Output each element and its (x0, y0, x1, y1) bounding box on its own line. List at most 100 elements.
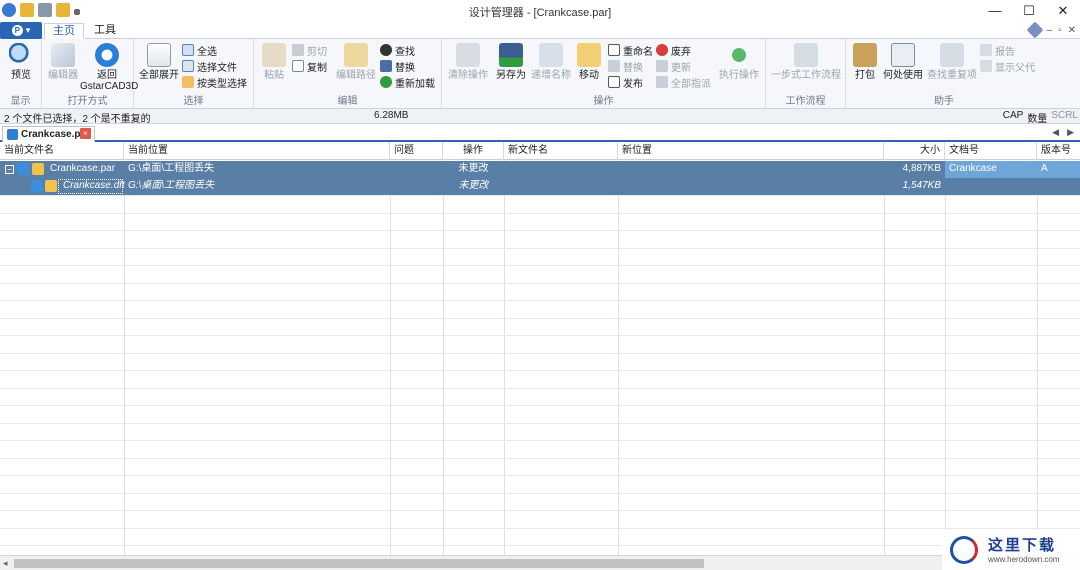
column-document-number[interactable]: 文档号 (945, 142, 1037, 160)
cell-location: G:\桌面\工程图丢失 (128, 180, 215, 191)
increment-name-button[interactable]: 递增名称 (528, 43, 574, 81)
column-new-filename[interactable]: 新文件名 (504, 142, 618, 160)
execute-actions-button[interactable]: 执行操作 (716, 43, 762, 81)
package-icon (853, 43, 877, 67)
minimize-button[interactable]: — (978, 0, 1012, 22)
group-helper: 打包 何处使用 查找重复项 报告 显示父代 助手 (846, 39, 1042, 109)
save-as-button[interactable]: 另存为 (494, 43, 528, 81)
watermark-name: 这里下载 (988, 536, 1057, 554)
cell-revision[interactable]: A (1037, 161, 1080, 178)
select-file-button[interactable]: 选择文件 (182, 59, 237, 74)
preview-button[interactable]: 预览 (6, 43, 36, 81)
grid-row-line (0, 423, 1080, 424)
close-button[interactable]: ✕ (1046, 0, 1080, 22)
discard-button[interactable]: 废弃 (656, 43, 691, 58)
help-icon[interactable] (1026, 21, 1043, 39)
cell-issue (390, 178, 443, 195)
clear-actions-button[interactable]: 清除操作 (446, 43, 490, 81)
grid-row-line (0, 440, 1080, 441)
replace-action-button[interactable]: 替换 (608, 59, 643, 74)
column-action[interactable]: 操作 (443, 142, 504, 160)
assign-all-icon (656, 76, 668, 88)
cell-revision[interactable] (1037, 178, 1080, 195)
show-parent-button[interactable]: 显示父代 (980, 59, 1035, 74)
publish-icon (608, 76, 620, 88)
find-duplicates-button[interactable]: 查找重复项 (926, 43, 978, 81)
tab-tools[interactable]: 工具 (86, 23, 124, 39)
expand-all-button[interactable]: 全部展开 (138, 43, 180, 81)
select-all-button[interactable]: 全选 (182, 43, 217, 58)
where-used-icon (891, 43, 915, 67)
move-folder-icon (577, 43, 601, 67)
grid-header: 当前文件名 当前位置 问题 操作 新文件名 新位置 大小 文档号 版本号 (0, 142, 1080, 160)
column-revision[interactable]: 版本号 (1037, 142, 1080, 160)
group-caption-edit: 编辑 (337, 96, 358, 107)
application-menu-button[interactable]: P ▾ (0, 22, 42, 39)
column-size[interactable]: 大小 (884, 142, 945, 160)
grid-column-divider (443, 160, 444, 555)
cell-new-filename[interactable] (504, 161, 618, 178)
select-file-icon (182, 60, 194, 72)
part-file-icon (7, 129, 18, 140)
paste-button[interactable]: 粘贴 (258, 43, 290, 81)
cell-document-number[interactable]: Crankcase (945, 161, 1037, 178)
report-button[interactable]: 报告 (980, 43, 1015, 58)
cell-new-location[interactable] (618, 161, 884, 178)
maximize-button[interactable]: ☐ (1012, 0, 1046, 22)
cell-document-number[interactable] (945, 178, 1037, 195)
table-row[interactable]: Crankcase.dft G:\桌面\工程图丢失 未更改 1,547KB (0, 178, 1080, 195)
scroll-tabs-right-icon[interactable]: ▶ (1067, 127, 1074, 138)
grid-row-line (0, 318, 1080, 319)
copy-button[interactable]: 复制 (292, 59, 327, 74)
cut-button[interactable]: 剪切 (292, 43, 327, 58)
grid-row-line (0, 370, 1080, 371)
where-used-button[interactable]: 何处使用 (882, 43, 924, 81)
grid-row-line (0, 545, 1080, 546)
one-step-workflow-button[interactable]: 一步式工作流程 (768, 43, 844, 81)
column-current-location[interactable]: 当前位置 (124, 142, 390, 160)
horizontal-scrollbar[interactable]: ◂ (0, 555, 1080, 570)
drawing-link-icon (31, 180, 43, 192)
cell-action[interactable]: 未更改 (443, 178, 504, 195)
grid-row-line (0, 265, 1080, 266)
grid-column-divider (1037, 160, 1038, 555)
cell-new-filename[interactable] (504, 178, 618, 195)
column-new-location[interactable]: 新位置 (618, 142, 884, 160)
reload-button[interactable]: 重新加载 (380, 75, 435, 90)
cell-filename: Crankcase.par (50, 163, 116, 174)
publish-button[interactable]: 发布 (608, 75, 643, 90)
pack-button[interactable]: 打包 (850, 43, 880, 81)
rename-button[interactable]: 重命名 (608, 43, 653, 58)
collapse-toggle[interactable]: − (5, 165, 14, 174)
find-button[interactable]: 查找 (380, 43, 415, 58)
cell-new-location[interactable] (618, 178, 884, 195)
column-issue[interactable]: 问题 (390, 142, 443, 160)
move-button[interactable]: 移动 (574, 43, 604, 81)
part-file-icon (32, 163, 44, 175)
grid-column-divider (390, 160, 391, 555)
gstarcad-icon (95, 43, 119, 67)
close-document-button[interactable]: × (80, 128, 91, 139)
cell-action[interactable]: 未更改 (443, 161, 504, 178)
table-row[interactable]: − Crankcase.par G:\桌面\工程图丢失 未更改 4,887KB … (0, 161, 1080, 178)
return-gstarcad-button[interactable]: 返回 GstarCAD3D (80, 43, 138, 92)
scroll-tabs-left-icon[interactable]: ◀ (1052, 127, 1059, 138)
tab-home[interactable]: 主页 (44, 23, 84, 39)
watermark-url: www.herodown.com (988, 555, 1060, 564)
replace-button[interactable]: 替换 (380, 59, 415, 74)
scroll-left-icon[interactable]: ◂ (3, 558, 8, 569)
edit-path-button[interactable]: 编辑路径 (334, 43, 378, 81)
watermark-logo-icon (950, 536, 978, 564)
select-by-type-button[interactable]: 按类型选择 (182, 75, 247, 90)
assign-all-button[interactable]: 全部指派 (656, 75, 711, 90)
report-icon (980, 44, 992, 56)
scrollbar-thumb[interactable] (14, 559, 704, 568)
cell-size: 4,887KB (902, 163, 941, 174)
ribbon-minimize-button[interactable]: – (1047, 25, 1053, 36)
grid-column-divider (945, 160, 946, 555)
ribbon-restore-button[interactable]: ▫ (1058, 25, 1062, 36)
update-button[interactable]: 更新 (656, 59, 691, 74)
ribbon-close-button[interactable]: ✕ (1068, 25, 1076, 36)
column-current-filename[interactable]: 当前文件名 (0, 142, 124, 160)
editor-button[interactable]: 编辑器 (46, 43, 80, 81)
